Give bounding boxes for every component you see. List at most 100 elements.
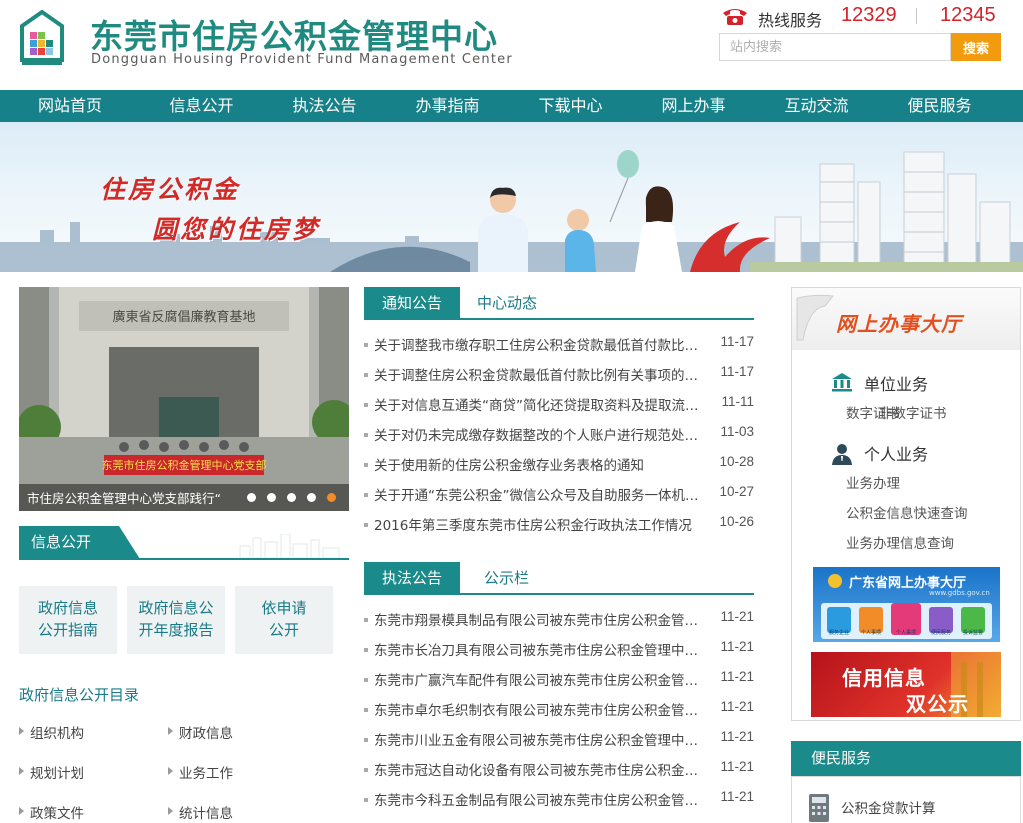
list-item[interactable]: 关于调整我市缴存职工住房公积金贷款最低首付款比例的通知11-17 [364, 334, 754, 354]
list-item[interactable]: 关于调整住房公积金贷款最低首付款比例有关事项的说明 11-17 [364, 364, 754, 384]
nav-item-home[interactable]: 网站首页 [0, 90, 140, 122]
site-title: 东莞市住房公积金管理中心 [90, 17, 498, 56]
section-divider [364, 318, 754, 320]
hotline-number: 12345 [940, 4, 996, 26]
list-item[interactable]: 东莞市卓尔毛织制衣有限公司被东莞市住房公积金管理中心 11-21 [364, 699, 754, 719]
slide-dot[interactable] [307, 493, 316, 502]
info-box-annual-report[interactable]: 政府信息公 开年度报告 [127, 586, 225, 654]
slide-dot[interactable] [267, 493, 276, 502]
catalog-item[interactable]: 规划计划 [19, 762, 84, 782]
tab-convenience[interactable]: 便民服务 [791, 741, 1021, 776]
credit-banner-subtitle: 双公示 [906, 692, 969, 716]
link-non-digital-cert[interactable]: 非数字证书 [879, 402, 947, 422]
info-box-on-request[interactable]: 依申请 公开 [235, 586, 333, 654]
bullet-icon [364, 343, 368, 347]
section-divider [364, 593, 754, 595]
list-item[interactable]: 关于开通“东莞公积金”微信公众号及自助服务一体机的公告 10-27 [364, 484, 754, 504]
list-item[interactable]: 东莞市翔景模具制品有限公司被东莞市住房公积金管理中心 11-21 [364, 609, 754, 629]
list-item[interactable]: 关于使用新的住房公积金缴存业务表格的通知 10-28 [364, 454, 754, 474]
bullet-icon [364, 493, 368, 497]
slide-dot-active[interactable] [327, 493, 336, 502]
gd-online-hall-banner[interactable]: 广东省网上办事大厅 www.gdbs.gov.cn 服务企业 个人事项 个人事项… [813, 567, 1000, 642]
slideshow-pager [247, 493, 336, 502]
gd-banner-item: 投诉监督 [962, 630, 983, 636]
catalog-item[interactable]: 统计信息 [168, 802, 233, 822]
tab-notices[interactable]: 通知公告 [364, 287, 460, 320]
bullet-icon [364, 403, 368, 407]
nav-item-download[interactable]: 下载中心 [509, 90, 632, 122]
person-icon [832, 444, 852, 465]
gd-banner-item: 便民服务 [930, 630, 951, 636]
section-divider [19, 558, 349, 560]
telephone-icon [723, 9, 747, 25]
family-illustration [478, 150, 682, 272]
site-subtitle: Dongguan Housing Provident Fund Manageme… [91, 52, 513, 67]
calculator-icon [809, 794, 829, 822]
search-input[interactable] [719, 33, 951, 61]
slide-dot[interactable] [247, 493, 256, 502]
link-status-query[interactable]: 业务办理信息查询 [846, 532, 954, 552]
bullet-icon [364, 678, 368, 682]
hotline-number: 12329 [841, 4, 897, 26]
info-box-guide[interactable]: 政府信息 公开指南 [19, 586, 117, 654]
slide-dot[interactable] [287, 493, 296, 502]
loan-calculator-link[interactable]: 公积金贷款计算 [841, 797, 936, 817]
main-nav: 网站首页 信息公开 执法公告 办事指南 下载中心 网上办事 互动交流 便民服务 [0, 90, 1023, 122]
gd-banner-url: www.gdbs.gov.cn [929, 589, 990, 597]
nav-item-enforcement[interactable]: 执法公告 [263, 90, 386, 122]
personal-business-title: 个人业务 [864, 445, 929, 464]
bullet-icon [364, 433, 368, 437]
slideshow-image[interactable]: 廣東省反腐倡廉教育基地 东莞市住房公积金管理中心党支部 [19, 287, 349, 511]
catalog-item[interactable]: 组织机构 [19, 722, 84, 742]
bullet-icon [364, 523, 368, 527]
tab-info-public[interactable]: 信息公开 [19, 526, 140, 559]
search-button[interactable]: 搜索 [951, 33, 1001, 61]
list-item[interactable]: 2016年第三季度东莞市住房公积金行政执法工作情况 10-26 [364, 514, 754, 534]
tab-publicity[interactable]: 公示栏 [484, 562, 529, 595]
hotline: 热线服务 12329 12345 [720, 4, 1010, 30]
catalog-title[interactable]: 政府信息公开目录 [19, 684, 139, 705]
svg-text:东莞市住房公积金管理中心党支部: 东莞市住房公积金管理中心党支部 [102, 458, 267, 472]
list-item[interactable]: 东莞市冠达自动化设备有限公司被东莞市住房公积金管理中心11-21 [364, 759, 754, 779]
building-photo: 廣東省反腐倡廉教育基地 东莞市住房公积金管理中心党支部 [19, 287, 349, 511]
list-item[interactable]: 东莞市川业五金有限公司被东莞市住房公积金管理中心处罚 11-21 [364, 729, 754, 749]
banner-slogan: 圆您的住房梦 [152, 215, 321, 244]
link-business-handling[interactable]: 业务办理 [846, 472, 900, 492]
svg-text:廣東省反腐倡廉教育基地: 廣東省反腐倡廉教育基地 [112, 309, 255, 325]
gd-banner-item: 个人事项 [895, 630, 916, 636]
online-hall-title[interactable]: 网上办事大厅 [836, 308, 962, 337]
nav-item-info-public[interactable]: 信息公开 [140, 90, 263, 122]
bullet-icon [364, 648, 368, 652]
logo-icon[interactable] [20, 10, 64, 66]
catalog-item[interactable]: 财政信息 [168, 722, 233, 742]
page-curl-icon [796, 294, 834, 341]
nav-item-guide[interactable]: 办事指南 [386, 90, 509, 122]
credit-banner-title: 信用信息 [842, 666, 926, 690]
nav-item-convenience[interactable]: 便民服务 [878, 90, 1001, 122]
link-quick-query[interactable]: 公积金信息快速查询 [846, 502, 968, 522]
list-item[interactable]: 东莞市长冶刀具有限公司被东莞市住房公积金管理中心处罚 11-21 [364, 639, 754, 659]
gd-banner-item: 服务企业 [828, 630, 849, 636]
list-item[interactable]: 关于对仍未完成缴存数据整改的个人账户进行规范处理的通知11-03 [364, 424, 754, 444]
nav-item-interaction[interactable]: 互动交流 [755, 90, 878, 122]
banner-slogan: 住房公积金 [100, 175, 241, 204]
bullet-icon [364, 768, 368, 772]
tab-enforcement[interactable]: 执法公告 [364, 562, 460, 595]
gd-banner-item: 个人事项 [860, 630, 881, 636]
unit-business-title: 单位业务 [864, 375, 929, 394]
list-item[interactable]: 东莞市今科五金制品有限公司被东莞市住房公积金管理中心 11-21 [364, 789, 754, 809]
nav-item-online-service[interactable]: 网上办事 [632, 90, 755, 122]
bullet-icon [364, 738, 368, 742]
catalog-item[interactable]: 政策文件 [19, 802, 84, 822]
bank-building-icon [832, 373, 852, 392]
bullet-icon [364, 373, 368, 377]
hero-banner: 住房公积金 圆您的住房梦 [0, 122, 1023, 272]
bullet-icon [364, 798, 368, 802]
list-item[interactable]: 东莞市广赢汽车配件有限公司被东莞市住房公积金管理中心 11-21 [364, 669, 754, 689]
tab-center-news[interactable]: 中心动态 [477, 287, 537, 320]
catalog-item[interactable]: 业务工作 [168, 762, 233, 782]
hotline-divider [916, 8, 917, 24]
slide-caption[interactable]: 市住房公积金管理中心党支部践行“ [27, 488, 237, 507]
list-item[interactable]: 关于对信息互通类“商贷”简化还贷提取资料及提取流程的通知11-11 [364, 394, 754, 414]
bullet-icon [364, 618, 368, 622]
